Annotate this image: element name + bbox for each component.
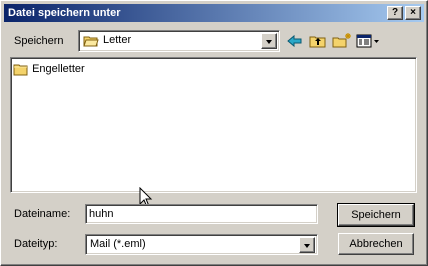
save-in-combobox[interactable]: Letter bbox=[78, 30, 280, 52]
file-list[interactable]: Engelletter bbox=[10, 57, 417, 193]
cancel-button[interactable]: Abbrechen bbox=[338, 233, 414, 255]
save-button[interactable]: Speichern bbox=[337, 203, 415, 227]
list-item[interactable]: Engelletter bbox=[13, 61, 85, 77]
save-as-dialog: Datei speichern unter ? × Speichern Lett… bbox=[0, 0, 428, 266]
filetype-dropdown-arrow[interactable] bbox=[299, 237, 315, 253]
cancel-button-label: Abbrechen bbox=[349, 238, 403, 250]
folder-icon bbox=[13, 63, 29, 76]
list-item-label: Engelletter bbox=[32, 63, 85, 75]
up-folder-icon[interactable] bbox=[307, 31, 329, 51]
close-button[interactable]: × bbox=[405, 6, 421, 20]
help-button[interactable]: ? bbox=[387, 6, 403, 20]
window-title: Datei speichern unter bbox=[8, 7, 121, 19]
filetype-label: Dateityp: bbox=[14, 238, 58, 250]
save-button-label: Speichern bbox=[351, 209, 401, 221]
new-folder-icon[interactable] bbox=[331, 31, 353, 51]
back-arrow-icon[interactable] bbox=[284, 31, 306, 51]
close-label: × bbox=[410, 7, 416, 18]
filetype-value: Mail (*.eml) bbox=[90, 238, 146, 250]
folder-open-icon bbox=[83, 34, 99, 47]
save-in-value: Letter bbox=[103, 34, 132, 46]
filename-value: huhn bbox=[89, 208, 114, 220]
title-bar[interactable]: Datei speichern unter ? × bbox=[4, 4, 424, 22]
help-label: ? bbox=[391, 7, 399, 18]
filename-label: Dateiname: bbox=[14, 208, 71, 220]
save-in-label: Speichern bbox=[14, 35, 64, 47]
filename-input[interactable]: huhn bbox=[85, 204, 318, 224]
filetype-select[interactable]: Mail (*.eml) bbox=[85, 234, 318, 255]
view-menu-icon[interactable] bbox=[355, 31, 381, 51]
save-in-dropdown-arrow[interactable] bbox=[261, 33, 277, 49]
